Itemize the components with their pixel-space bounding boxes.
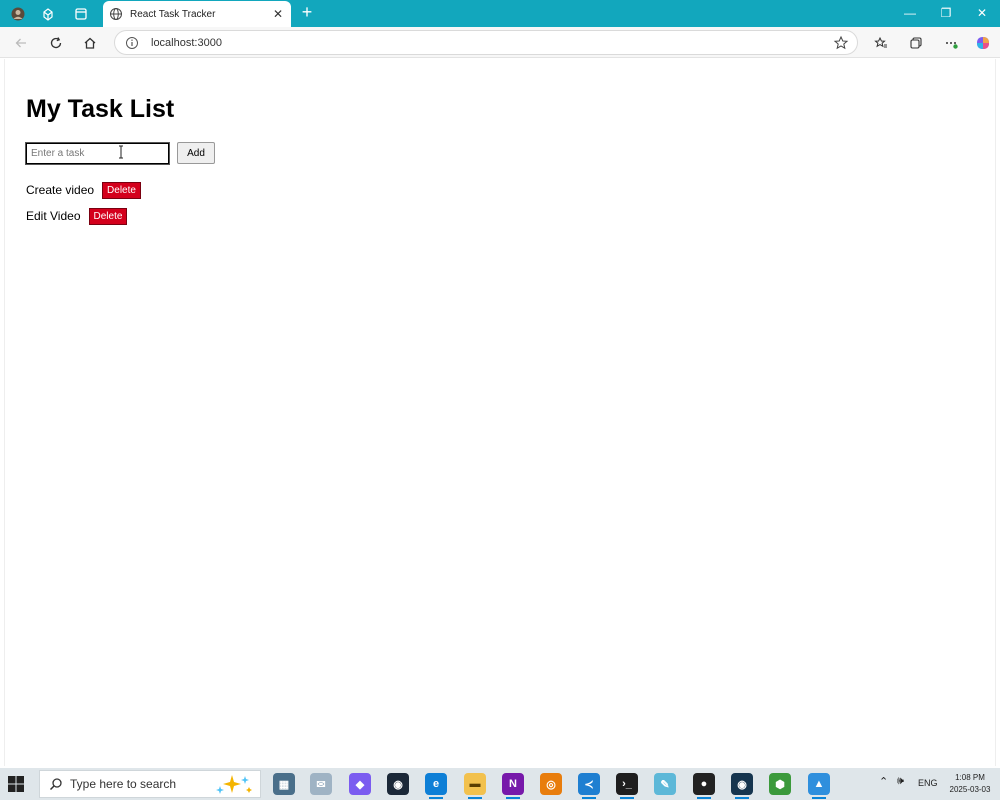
page-viewport: My Task List Add Create video Delete Edi… [4,59,996,766]
obs-app-icon[interactable]: ● [693,773,715,799]
blender-app-icon[interactable]: ◎ [540,773,562,795]
text-cursor-icon [119,145,123,159]
design-app-icon[interactable]: ◆ [349,773,371,795]
clock-time: 1:08 PM [955,773,985,782]
add-task-button[interactable]: Add [177,142,215,164]
search-icon [49,777,63,791]
calculator-app-icon[interactable]: ▦ [273,773,295,795]
tab-title: React Task Tracker [130,8,216,20]
collections-icon[interactable] [905,32,927,54]
address-bar[interactable]: localhost:3000 [114,30,858,55]
site-info-icon[interactable] [125,36,139,50]
more-options-icon[interactable] [940,32,962,54]
close-window-button[interactable]: ✕ [967,3,997,23]
task-item: Edit Video Delete [26,203,141,229]
delete-task-button[interactable]: Delete [102,181,141,199]
nodejs-app-icon[interactable]: ⬢ [769,773,791,795]
task-text: Edit Video [26,209,81,223]
terminal-app-icon[interactable]: ›_ [616,773,638,799]
copilot-icon[interactable] [972,32,994,54]
close-tab-icon[interactable]: ✕ [271,7,285,21]
favorite-star-icon[interactable] [833,35,849,51]
show-hidden-icons-chevron-icon[interactable]: ⌃ [879,775,888,788]
volume-icon[interactable]: 🕪 [897,775,904,788]
vscode-app-icon[interactable]: ≺ [578,773,600,799]
back-arrow-icon[interactable] [10,32,32,54]
restore-button[interactable]: ❐ [931,3,961,23]
file-explorer-app-icon[interactable]: ▬ [464,773,486,799]
taskbar-search[interactable]: Type here to search [39,770,261,798]
task-item: Create video Delete [26,177,141,203]
task-app: My Task List Add Create video Delete Edi… [25,95,215,225]
tab-actions-icon[interactable] [71,4,91,24]
mail-app-icon[interactable]: ✉ [310,773,332,795]
new-tab-button[interactable]: + [298,3,316,22]
photos-app-icon[interactable]: ▲ [808,773,830,799]
windows-taskbar: Type here to search ▦ ✉ ◆ ◉ e ▬ N ◎ ≺ ›_… [0,768,1000,800]
minimize-button[interactable]: — [895,3,925,23]
task-text: Create video [26,183,95,197]
url-text[interactable]: localhost:3000 [151,37,833,49]
search-highlight-sparkle-icon [216,775,252,794]
browser-titlebar: React Task Tracker ✕ + — ❐ ✕ [0,0,1000,27]
steam-app-icon[interactable]: ◉ [387,773,409,795]
workspaces-icon[interactable] [38,4,58,24]
home-icon[interactable] [79,32,101,54]
edge-browser-app-icon[interactable]: e [425,773,447,799]
windows-start-icon[interactable] [6,774,26,794]
steam-client-app-icon[interactable]: ◉ [731,773,753,799]
onenote-app-icon[interactable]: N [502,773,524,799]
task-input[interactable] [25,141,170,165]
clock-date: 2025-03-03 [949,785,991,794]
search-placeholder: Type here to search [70,777,177,791]
tab-react-task-tracker[interactable]: React Task Tracker ✕ [103,1,291,27]
task-list: Create video Delete Edit Video Delete [26,177,141,229]
language-indicator[interactable]: ENG [918,778,938,788]
globe-icon [109,7,123,21]
refresh-icon[interactable] [45,32,67,54]
taskbar-clock[interactable]: 1:08 PM 2025-03-03 [942,772,998,796]
browser-toolbar: localhost:3000 [0,27,1000,58]
notepad-app-icon[interactable]: ✎ [654,773,676,795]
page-title: My Task List [26,95,175,123]
delete-task-button[interactable]: Delete [88,207,128,225]
profile-avatar-icon[interactable] [8,4,28,24]
favorites-icon[interactable] [870,32,892,54]
